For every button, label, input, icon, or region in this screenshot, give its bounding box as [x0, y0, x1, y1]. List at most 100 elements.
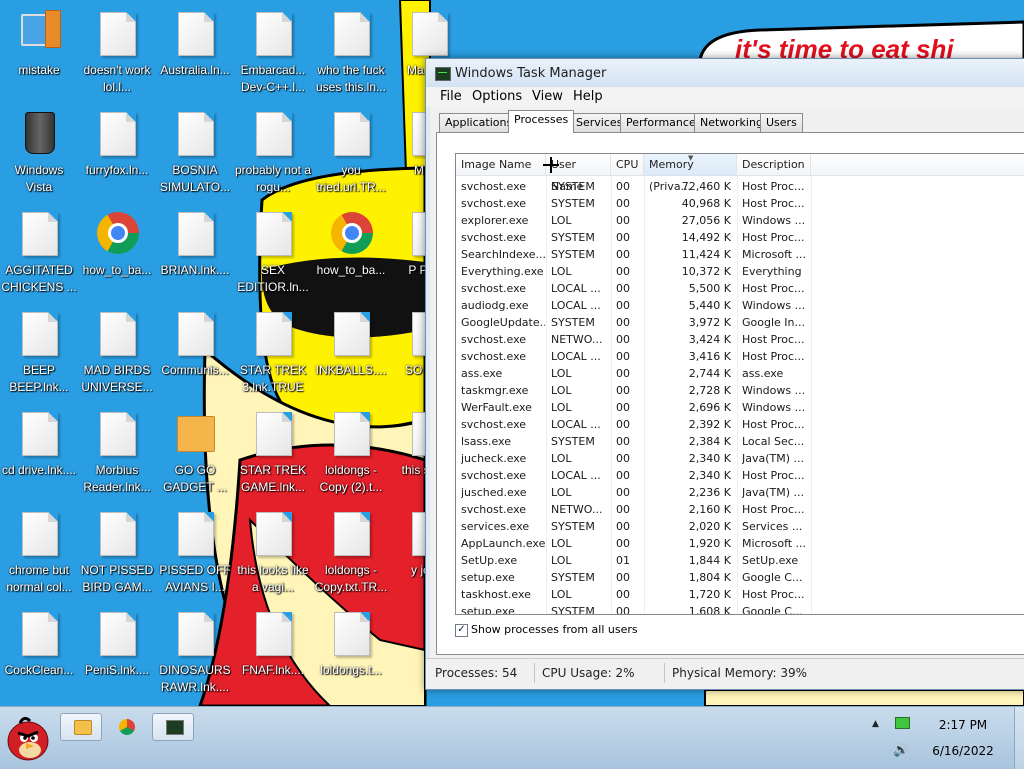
desktop-icon[interactable]: PeniS.lnk.... — [78, 606, 156, 702]
menu-view[interactable]: View — [532, 89, 563, 104]
desktop-icon[interactable]: how_to_ba... — [78, 206, 156, 302]
desktop-icon[interactable]: NOT PISSED BIRD GAM... — [78, 506, 156, 602]
process-row[interactable]: jusched.exe LOL 00 2,236 K Java(TM) ... — [456, 484, 1024, 501]
start-button-angry-bird-icon[interactable] — [4, 713, 52, 763]
column-description[interactable]: Description — [737, 154, 811, 176]
desktop-icon[interactable]: furryfox.ln... — [78, 106, 156, 202]
desktop-icon[interactable]: STAR TREK GAME.lnk... — [234, 406, 312, 502]
desktop-icon[interactable]: mistake — [0, 6, 78, 102]
column-cpu[interactable]: CPU — [611, 154, 644, 176]
process-row[interactable]: SetUp.exe LOL 01 1,844 K SetUp.exe — [456, 552, 1024, 569]
process-user-name: SYSTEM — [551, 231, 595, 244]
show-hidden-icons-icon[interactable]: ▲ — [872, 719, 879, 729]
taskbar-chrome-button[interactable] — [106, 713, 148, 741]
desktop-icon[interactable]: BRIAN.lnk.... — [156, 206, 234, 302]
process-row[interactable]: SearchIndexe... SYSTEM 00 11,424 K Microsoft… — [456, 246, 1024, 263]
desktop-icon[interactable]: Embarcad... Dev-C++.l... — [234, 6, 312, 102]
tab-performance[interactable]: Performance — [620, 113, 702, 132]
desktop-icon[interactable]: DINOSAURS RAWR.lnk.... — [156, 606, 234, 702]
desktop-icon[interactable]: who the fuck uses this.ln... — [312, 6, 390, 102]
task-manager-window[interactable]: Windows Task Manager File Options View H… — [425, 58, 1024, 690]
process-row[interactable]: jucheck.exe LOL 00 2,340 K Java(TM) ... — [456, 450, 1024, 467]
shortcut-document-icon — [171, 610, 219, 658]
process-memory: 2,020 K — [688, 520, 731, 533]
process-row[interactable]: explorer.exe LOL 00 27,056 K Windows ... — [456, 212, 1024, 229]
desktop-icon[interactable]: chrome but normal col... — [0, 506, 78, 602]
process-row[interactable]: Everything.exe LOL 00 10,372 K Everything — [456, 263, 1024, 280]
process-row[interactable]: taskmgr.exe LOL 00 2,728 K Windows ... — [456, 382, 1024, 399]
process-row[interactable]: setup.exe SYSTEM 00 1,608 K Google C... — [456, 603, 1024, 614]
desktop-icon-label: PISSED OFF AVIANS I... — [159, 563, 231, 594]
taskbar-explorer-button[interactable] — [60, 713, 102, 741]
column-memory[interactable]: ▼ Memory (Priva... — [644, 154, 737, 193]
tab-users[interactable]: Users — [760, 113, 803, 132]
process-row[interactable]: svchost.exe LOCAL ... 00 5,500 K Host Proc..… — [456, 280, 1024, 297]
process-cpu: 00 — [616, 452, 630, 465]
checkbox-check[interactable]: ✓ — [455, 624, 468, 637]
desktop-icon[interactable]: Communis... — [156, 306, 234, 402]
show-desktop-button[interactable] — [1014, 707, 1024, 769]
process-row[interactable]: svchost.exe NETWO... 00 2,160 K Host Proc... — [456, 501, 1024, 518]
column-image-name[interactable]: Image Name — [456, 154, 546, 176]
clock-time[interactable]: 2:17 PM — [910, 718, 1016, 732]
process-row[interactable]: svchost.exe LOCAL ... 00 2,392 K Host Proc..… — [456, 416, 1024, 433]
process-row[interactable]: audiodg.exe LOCAL ... 00 5,440 K Windows ... — [456, 297, 1024, 314]
process-list[interactable]: Image Name User Name CPU ▼ Memory (Priva… — [455, 153, 1024, 615]
tab-applications[interactable]: Applications — [439, 113, 519, 132]
process-row[interactable]: setup.exe SYSTEM 00 1,804 K Google C... — [456, 569, 1024, 586]
desktop-icon[interactable]: STAR TREK 3.lnk.TRUE — [234, 306, 312, 402]
desktop-icon[interactable]: loldongs.t... — [312, 606, 390, 702]
process-row[interactable]: svchost.exe LOCAL ... 00 3,416 K Host Proc..… — [456, 348, 1024, 365]
desktop-icon[interactable]: loldongs - Copy (2).t... — [312, 406, 390, 502]
process-row[interactable]: taskhost.exe LOL 00 1,720 K Host Proc... — [456, 586, 1024, 603]
desktop-icon[interactable]: Morbius Reader.lnk... — [78, 406, 156, 502]
desktop-icon[interactable]: SEX EDITIOR.ln... — [234, 206, 312, 302]
process-row[interactable]: svchost.exe SYSTEM 00 72,460 K Host Proc... — [456, 178, 1024, 195]
desktop-icon[interactable]: doesn't work lol.l... — [78, 6, 156, 102]
network-icon[interactable] — [895, 717, 910, 729]
volume-icon[interactable]: 🔊 — [893, 743, 909, 758]
desktop-icon[interactable]: FNAF.lnk.... — [234, 606, 312, 702]
process-description: Host Proc... — [742, 469, 805, 482]
desktop-icon[interactable]: how_to_ba... — [312, 206, 390, 302]
process-image-name: GoogleUpdate.... — [461, 316, 545, 329]
desktop-icon[interactable]: GO GO GADGET ... — [156, 406, 234, 502]
menu-options[interactable]: Options — [472, 89, 522, 104]
process-row[interactable]: svchost.exe SYSTEM 00 40,968 K Host Proc... — [456, 195, 1024, 212]
desktop-icon[interactable]: this looks like a vagi... — [234, 506, 312, 602]
process-row[interactable]: services.exe SYSTEM 00 2,020 K Services ... — [456, 518, 1024, 535]
process-row[interactable]: AppLaunch.exe LOL 00 1,920 K Microsoft ... — [456, 535, 1024, 552]
tab-networking[interactable]: Networking — [694, 113, 769, 132]
desktop-icon[interactable]: Windows Vista — [0, 106, 78, 202]
process-user-name: LOCAL ... — [551, 282, 601, 295]
clock-date[interactable]: 6/16/2022 — [910, 744, 1016, 758]
process-description: Java(TM) ... — [742, 486, 805, 499]
process-row[interactable]: lsass.exe SYSTEM 00 2,384 K Local Sec... — [456, 433, 1024, 450]
desktop-icon[interactable]: probably not a rogu... — [234, 106, 312, 202]
desktop-icon[interactable]: BOSNIA SIMULATO... — [156, 106, 234, 202]
title-bar[interactable]: Windows Task Manager — [426, 59, 1024, 87]
tab-processes[interactable]: Processes — [508, 110, 575, 133]
process-memory: 5,440 K — [688, 299, 731, 312]
desktop-icon[interactable]: cd drive.lnk.... — [0, 406, 78, 502]
desktop-icon[interactable]: PISSED OFF AVIANS I... — [156, 506, 234, 602]
taskbar-task-manager-button[interactable] — [152, 713, 194, 741]
process-row[interactable]: svchost.exe LOCAL ... 00 2,340 K Host Proc..… — [456, 467, 1024, 484]
desktop-icon[interactable]: INKBALLS.... — [312, 306, 390, 402]
desktop-icon[interactable]: BEEP BEEP.lnk... — [0, 306, 78, 402]
desktop-icon[interactable]: loldongs - Copy.txt.TR... — [312, 506, 390, 602]
menu-file[interactable]: File — [440, 89, 462, 104]
desktop-icon[interactable]: AGGITATED CHICKENS ... — [0, 206, 78, 302]
shortcut-document-icon — [93, 110, 141, 158]
menu-help[interactable]: Help — [573, 89, 603, 104]
process-row[interactable]: WerFault.exe LOL 00 2,696 K Windows ... — [456, 399, 1024, 416]
desktop-icon[interactable]: MAD BIRDS UNIVERSE... — [78, 306, 156, 402]
process-row[interactable]: svchost.exe SYSTEM 00 14,492 K Host Proc... — [456, 229, 1024, 246]
desktop-icon[interactable]: you tried.url.TR... — [312, 106, 390, 202]
desktop-icon[interactable]: Australia.ln... — [156, 6, 234, 102]
process-description: Services ... — [742, 520, 803, 533]
desktop-icon[interactable]: CockClean... — [0, 606, 78, 702]
process-row[interactable]: ass.exe LOL 00 2,744 K ass.exe — [456, 365, 1024, 382]
process-row[interactable]: svchost.exe NETWO... 00 3,424 K Host Proc... — [456, 331, 1024, 348]
process-row[interactable]: GoogleUpdate.... SYSTEM 00 3,972 K Google In… — [456, 314, 1024, 331]
